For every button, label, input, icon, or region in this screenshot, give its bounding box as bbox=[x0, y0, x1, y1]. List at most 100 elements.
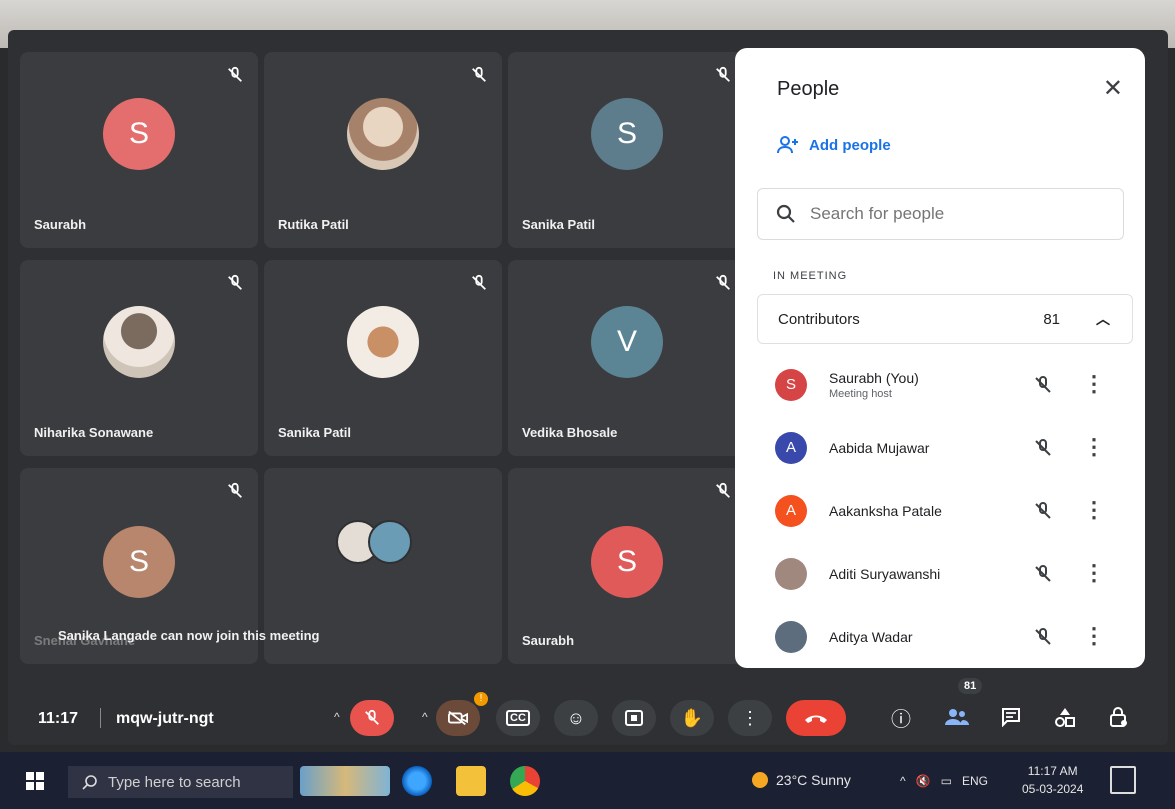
participant-tile[interactable]: V Vedika Bhosale bbox=[508, 260, 746, 456]
more-options-icon[interactable]: ⋮ bbox=[1083, 434, 1105, 460]
windows-start-icon[interactable] bbox=[26, 772, 44, 790]
mic-muted-icon bbox=[228, 66, 242, 82]
taskbar-clock[interactable]: 11:17 AM 05-03-2024 bbox=[1022, 762, 1083, 798]
chrome-browser-icon[interactable] bbox=[510, 766, 540, 796]
captions-button[interactable]: CC bbox=[496, 700, 540, 736]
people-panel: People ✕ Add people IN MEETING Contribut… bbox=[735, 48, 1145, 668]
list-item[interactable]: Aditya Wadar ⋮ bbox=[757, 605, 1131, 668]
chat-icon[interactable] bbox=[996, 702, 1026, 732]
participant-tile[interactable]: Sanika Patil bbox=[264, 260, 502, 456]
panel-title: People bbox=[777, 78, 840, 100]
shapes-icon bbox=[1055, 708, 1075, 727]
list-item[interactable]: A Aabida Mujawar ⋮ bbox=[757, 416, 1131, 479]
mic-muted-icon[interactable] bbox=[1033, 438, 1053, 458]
avatar: S bbox=[103, 98, 175, 171]
tray-chevron-icon[interactable]: ^ bbox=[900, 774, 906, 788]
taskbar-search[interactable]: Type here to search bbox=[68, 766, 293, 798]
more-options-icon[interactable]: ⋮ bbox=[1083, 560, 1105, 586]
language-indicator[interactable]: ENG bbox=[962, 774, 988, 788]
participant-name: Saurabh bbox=[34, 217, 87, 232]
person-name: Saurabh (You) bbox=[829, 369, 919, 386]
raise-hand-button[interactable]: ✋ bbox=[670, 700, 714, 736]
mic-toggle-button[interactable] bbox=[350, 700, 394, 736]
avatar-initial: S bbox=[128, 117, 149, 151]
leave-call-button[interactable] bbox=[786, 700, 846, 736]
mic-muted-icon bbox=[716, 274, 730, 290]
present-icon bbox=[625, 710, 643, 726]
mic-muted-icon bbox=[716, 66, 730, 82]
more-options-icon[interactable]: ⋮ bbox=[1083, 497, 1105, 523]
add-people-label: Add people bbox=[809, 136, 891, 154]
activities-icon[interactable] bbox=[1050, 702, 1080, 732]
weather-widget[interactable]: 23°C Sunny bbox=[752, 772, 851, 788]
search-input[interactable] bbox=[808, 203, 1112, 225]
participant-tile[interactable]: S Saurabh bbox=[508, 468, 746, 664]
chevron-up-icon[interactable]: ^ bbox=[422, 710, 428, 724]
participant-name: Sanika Patil bbox=[522, 217, 595, 232]
present-screen-button[interactable] bbox=[612, 700, 656, 736]
mic-muted-icon[interactable] bbox=[1033, 501, 1053, 521]
taskbar-date: 05-03-2024 bbox=[1022, 782, 1084, 796]
warning-badge: ! bbox=[474, 692, 488, 706]
edge-browser-icon[interactable] bbox=[402, 766, 432, 796]
list-item[interactable]: S Saurabh (You) Meeting host ⋮ bbox=[757, 353, 1131, 416]
search-highlight-image[interactable] bbox=[300, 766, 390, 796]
mic-muted-icon bbox=[228, 482, 242, 498]
search-field[interactable] bbox=[757, 188, 1124, 240]
avatar-initial: V bbox=[616, 325, 637, 359]
file-explorer-icon[interactable] bbox=[456, 766, 486, 796]
notifications-icon[interactable] bbox=[1110, 766, 1136, 794]
screen: S Saurabh Rutika Patil S Sanika Patil Ni… bbox=[0, 0, 1175, 809]
chat-bubble-icon bbox=[1002, 708, 1020, 727]
more-options-button[interactable]: ⋮ bbox=[728, 700, 772, 736]
participant-name: Rutika Patil bbox=[278, 217, 349, 232]
avatar-initial: A bbox=[785, 502, 796, 519]
meeting-clock: 11:17 bbox=[38, 710, 79, 727]
reactions-button[interactable]: ☺ bbox=[554, 700, 598, 736]
mic-muted-icon bbox=[365, 709, 379, 725]
participant-tile[interactable]: S Saurabh bbox=[20, 52, 258, 248]
mic-muted-icon[interactable] bbox=[1033, 375, 1053, 395]
host-controls-icon[interactable] bbox=[1104, 702, 1134, 732]
avatar: S bbox=[591, 98, 663, 171]
add-people-button[interactable]: Add people bbox=[777, 136, 891, 154]
display-icon[interactable]: ▭ bbox=[941, 774, 952, 788]
meeting-info-icon[interactable]: ⓘ bbox=[886, 702, 916, 732]
avatar: S bbox=[775, 368, 807, 401]
participant-tile[interactable]: Niharika Sonawane bbox=[20, 260, 258, 456]
list-item[interactable]: Aditi Suryawanshi ⋮ bbox=[757, 542, 1131, 605]
participant-name: Vedika Bhosale bbox=[522, 425, 618, 440]
camera-off-icon bbox=[448, 710, 468, 726]
person-role: Meeting host bbox=[829, 387, 892, 400]
avatar-photo bbox=[347, 306, 419, 379]
close-icon[interactable]: ✕ bbox=[1103, 74, 1123, 103]
system-tray[interactable]: ^ 🔇 ▭ ENG bbox=[900, 774, 988, 788]
avatar-photo bbox=[775, 620, 807, 653]
chevron-up-icon[interactable]: ^ bbox=[334, 710, 340, 724]
sun-icon bbox=[752, 772, 768, 788]
participant-name: Niharika Sonawane bbox=[34, 425, 154, 440]
contributors-group-header[interactable]: Contributors 81 ︿ bbox=[757, 294, 1133, 344]
participant-tile[interactable]: Rutika Patil bbox=[264, 52, 502, 248]
taskbar-search-placeholder: Type here to search bbox=[108, 773, 241, 791]
more-vert-icon: ⋮ bbox=[741, 707, 759, 728]
more-options-icon[interactable]: ⋮ bbox=[1083, 371, 1105, 397]
volume-muted-icon[interactable]: 🔇 bbox=[916, 774, 931, 788]
mic-muted-icon bbox=[472, 66, 486, 82]
avatar-initial: S bbox=[128, 545, 149, 579]
participant-tile[interactable]: S Sanika Patil bbox=[508, 52, 746, 248]
list-item[interactable]: A Aakanksha Patale ⋮ bbox=[757, 479, 1131, 542]
weather-text: 23°C Sunny bbox=[776, 772, 851, 788]
end-call-icon bbox=[805, 715, 827, 723]
mic-muted-icon[interactable] bbox=[1033, 564, 1053, 584]
emoji-icon: ☺ bbox=[566, 707, 586, 728]
person-name: Aakanksha Patale bbox=[829, 502, 942, 519]
people-icon[interactable] bbox=[942, 702, 972, 732]
more-options-icon[interactable]: ⋮ bbox=[1083, 623, 1105, 649]
chevron-up-icon[interactable]: ︿ bbox=[1096, 309, 1110, 329]
mic-muted-icon[interactable] bbox=[1033, 627, 1053, 647]
camera-toggle-button[interactable] bbox=[436, 700, 480, 736]
avatar: V bbox=[591, 306, 663, 379]
mic-muted-icon bbox=[472, 274, 486, 290]
person-info: Saurabh (You) Meeting host bbox=[829, 370, 919, 400]
